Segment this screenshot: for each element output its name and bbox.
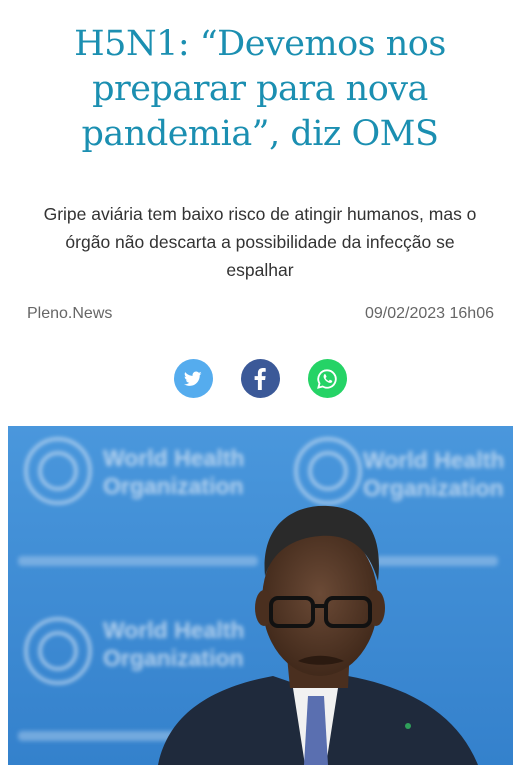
backdrop-text-1a: World Health: [103, 445, 244, 471]
twitter-icon: [184, 371, 202, 386]
backdrop-text-1b: Organization: [103, 473, 244, 499]
backdrop-text-3b: Organization: [103, 645, 244, 671]
twitter-share-button[interactable]: [173, 359, 213, 398]
backdrop-text-2a: World Health: [363, 447, 504, 473]
photo-illustration: World Health Organization World Health O…: [8, 426, 513, 765]
facebook-icon: [254, 367, 266, 390]
whatsapp-icon: [317, 368, 337, 389]
article-meta: Pleno.News 09/02/2023 16h06: [27, 305, 494, 323]
share-bar: [0, 359, 520, 398]
backdrop-text-2b: Organization: [363, 475, 504, 501]
article-subtitle: Gripe aviária tem baixo risco de atingir…: [43, 204, 477, 280]
whatsapp-share-button[interactable]: [307, 359, 347, 398]
facebook-share-button[interactable]: [240, 359, 280, 398]
publish-datetime: 09/02/2023 16h06: [364, 305, 494, 322]
article-photo[interactable]: World Health Organization World Health O…: [8, 426, 513, 765]
article-headline: H5N1: “Devemos nos preparar para nova pa…: [74, 24, 446, 154]
source-label[interactable]: Pleno.News: [27, 305, 112, 323]
backdrop-text-3a: World Health: [103, 617, 244, 643]
